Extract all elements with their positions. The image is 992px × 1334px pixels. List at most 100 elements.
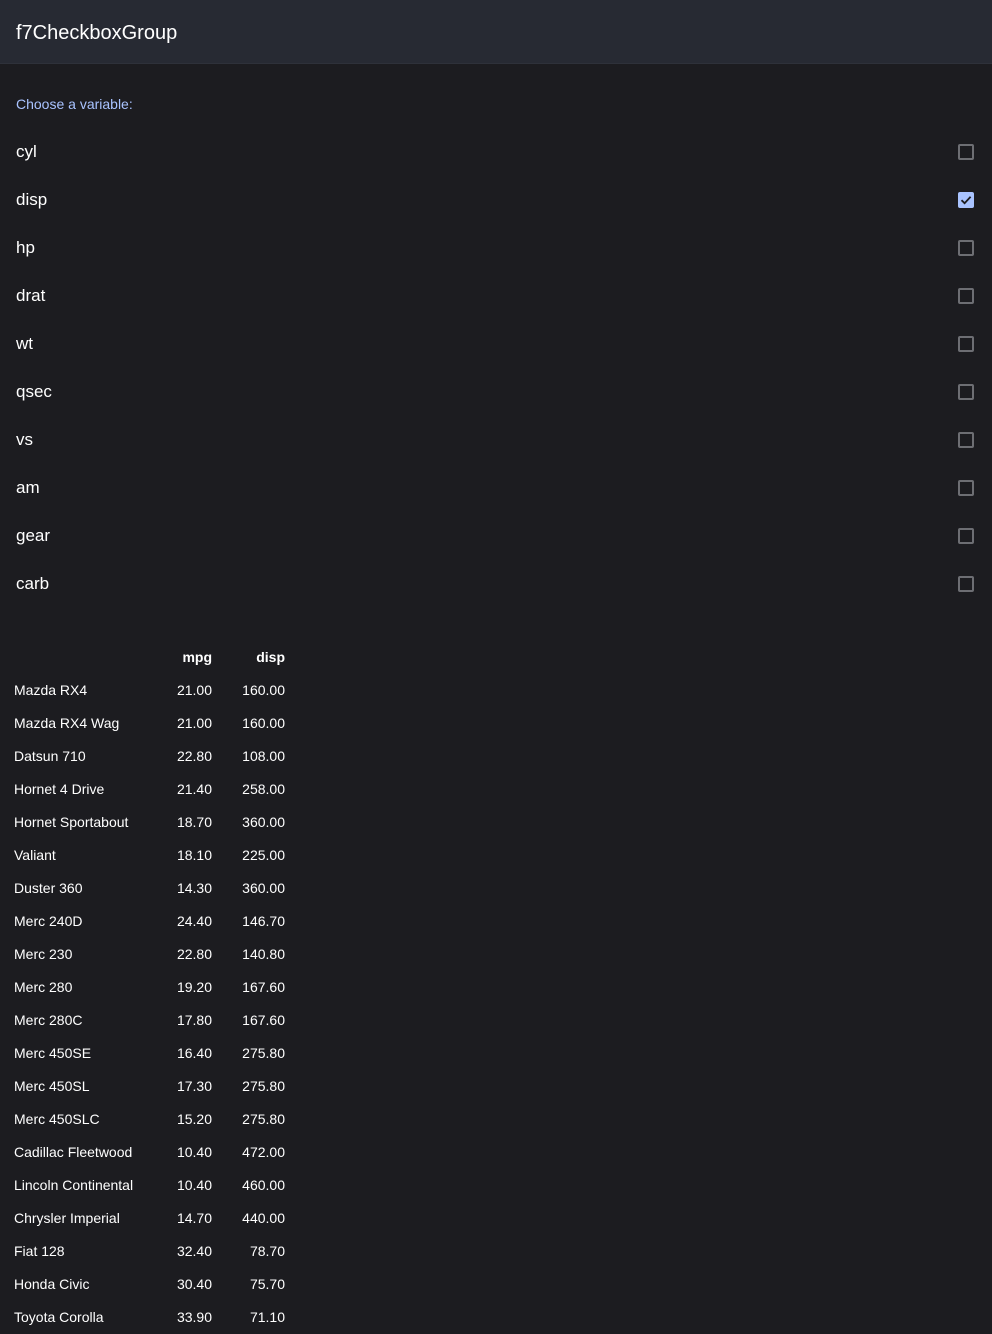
- table-header-disp: disp: [256, 649, 285, 665]
- table-cell-mpg: 17.80: [176, 1012, 212, 1028]
- checkbox-label: carb: [16, 574, 50, 593]
- table-header-row: mpg disp: [0, 641, 285, 674]
- table-cell-disp: 275.80: [242, 1111, 285, 1127]
- table-cell-mpg: 18.10: [176, 847, 212, 863]
- table-cell-name: Mazda RX4 Wag: [14, 715, 120, 731]
- checkbox-label: disp: [16, 190, 48, 209]
- checkbox-label: cyl: [16, 142, 37, 161]
- table-cell-mpg: 16.40: [176, 1045, 212, 1061]
- navbar: f7CheckboxGroup: [0, 0, 992, 64]
- table-cell-mpg: 19.20: [176, 979, 212, 995]
- checkbox[interactable]: [958, 480, 974, 496]
- checkbox[interactable]: [958, 528, 974, 544]
- table-cell-mpg: 32.40: [176, 1243, 212, 1259]
- table-row: Merc 450SL 17.30 275.80: [0, 1070, 285, 1103]
- table-cell-disp: 71.10: [249, 1309, 285, 1325]
- table-cell-mpg: 24.40: [176, 913, 212, 929]
- table-cell-disp: 75.70: [249, 1276, 285, 1292]
- table-row: Honda Civic 30.40 75.70: [0, 1268, 285, 1301]
- table-cell-disp: 140.80: [242, 946, 285, 962]
- checkbox-item-qsec[interactable]: qsec: [0, 368, 992, 416]
- table-row: Cadillac Fleetwood 10.40 472.00: [0, 1136, 285, 1169]
- table-cell-name: Valiant: [14, 847, 56, 863]
- table-cell-name: Mazda RX4: [14, 682, 88, 698]
- table-cell-mpg: 21.00: [176, 715, 212, 731]
- table-cell-name: Merc 280: [14, 979, 73, 995]
- checkbox[interactable]: [958, 144, 974, 160]
- table-row: Fiat 128 32.40 78.70: [0, 1235, 285, 1268]
- table-cell-disp: 108.00: [242, 748, 285, 764]
- table-cell-disp: 360.00: [242, 814, 285, 830]
- checkbox-item-drat[interactable]: drat: [0, 272, 992, 320]
- table-header-mpg: mpg: [182, 649, 212, 665]
- table-header-rowname: [0, 641, 152, 674]
- table-cell-mpg: 22.80: [176, 748, 212, 764]
- checkbox[interactable]: [958, 192, 974, 208]
- table-cell-disp: 146.70: [242, 913, 285, 929]
- checkbox-group: cyl disp hp drat wt qsec vs am gear carb: [0, 128, 992, 608]
- page-title: f7CheckboxGroup: [16, 22, 178, 44]
- checkbox-item-disp[interactable]: disp: [0, 176, 992, 224]
- checkbox-label: drat: [16, 286, 46, 305]
- table-row: Chrysler Imperial 14.70 440.00: [0, 1202, 285, 1235]
- table-row: Lincoln Continental 10.40 460.00: [0, 1169, 285, 1202]
- table-cell-mpg: 14.30: [176, 880, 212, 896]
- table-cell-mpg: 10.40: [176, 1177, 212, 1193]
- checkbox-item-wt[interactable]: wt: [0, 320, 992, 368]
- table-cell-name: Fiat 128: [14, 1243, 65, 1259]
- checkbox-item-cyl[interactable]: cyl: [0, 128, 992, 176]
- table-row: Datsun 710 22.80 108.00: [0, 740, 285, 773]
- table-cell-name: Merc 450SE: [14, 1045, 92, 1061]
- table-row: Merc 280C 17.80 167.60: [0, 1004, 285, 1037]
- table-cell-name: Lincoln Continental: [14, 1177, 134, 1193]
- table-row: Hornet Sportabout 18.70 360.00: [0, 806, 285, 839]
- table-cell-name: Hornet 4 Drive: [14, 781, 105, 797]
- checkbox-label: qsec: [16, 382, 52, 401]
- checkbox-item-hp[interactable]: hp: [0, 224, 992, 272]
- checkbox[interactable]: [958, 432, 974, 448]
- table-cell-mpg: 10.40: [176, 1144, 212, 1160]
- checkbox-item-vs[interactable]: vs: [0, 416, 992, 464]
- checkmark-icon: [960, 196, 972, 205]
- table-row: Duster 360 14.30 360.00: [0, 872, 285, 905]
- table-cell-mpg: 21.40: [176, 781, 212, 797]
- table-cell-name: Hornet Sportabout: [14, 814, 129, 830]
- table-cell-disp: 160.00: [242, 682, 285, 698]
- table-cell-name: Merc 240D: [14, 913, 83, 929]
- table-row: Hornet 4 Drive 21.40 258.00: [0, 773, 285, 806]
- table-cell-disp: 167.60: [242, 979, 285, 995]
- checkbox[interactable]: [958, 384, 974, 400]
- checkbox[interactable]: [958, 576, 974, 592]
- checkbox-label: wt: [16, 334, 33, 353]
- table-cell-disp: 275.80: [242, 1078, 285, 1094]
- checkbox-item-gear[interactable]: gear: [0, 512, 992, 560]
- table-cell-name: Cadillac Fleetwood: [14, 1144, 133, 1160]
- table-cell-name: Duster 360: [14, 880, 83, 896]
- table-cell-mpg: 22.80: [176, 946, 212, 962]
- checkbox-label: hp: [16, 238, 35, 257]
- checkbox[interactable]: [958, 336, 974, 352]
- table-row: Merc 450SLC 15.20 275.80: [0, 1103, 285, 1136]
- checkbox-label: gear: [16, 526, 51, 545]
- table-cell-name: Merc 280C: [14, 1012, 83, 1028]
- checkbox[interactable]: [958, 240, 974, 256]
- table-cell-disp: 460.00: [242, 1177, 285, 1193]
- table-cell-disp: 472.00: [242, 1144, 285, 1160]
- table-cell-disp: 78.70: [249, 1243, 285, 1259]
- table-row: Mazda RX4 21.00 160.00: [0, 674, 285, 707]
- checkbox-item-am[interactable]: am: [0, 464, 992, 512]
- table-cell-mpg: 21.00: [176, 682, 212, 698]
- table-cell-disp: 225.00: [242, 847, 285, 863]
- data-table: mpg disp Mazda RX4 21.00 160.00 Mazda RX4 W…: [0, 641, 285, 1334]
- table-cell-disp: 160.00: [242, 715, 285, 731]
- table-cell-disp: 167.60: [242, 1012, 285, 1028]
- table-cell-disp: 275.80: [242, 1045, 285, 1061]
- checkbox-item-carb[interactable]: carb: [0, 560, 992, 608]
- table-cell-mpg: 33.90: [176, 1309, 212, 1325]
- table-cell-name: Toyota Corolla: [14, 1309, 104, 1325]
- checkbox[interactable]: [958, 288, 974, 304]
- data-table-container: mpg disp Mazda RX4 21.00 160.00 Mazda RX4 W…: [0, 641, 300, 1334]
- table-cell-disp: 360.00: [242, 880, 285, 896]
- table-cell-mpg: 15.20: [176, 1111, 212, 1127]
- table-cell-mpg: 17.30: [176, 1078, 212, 1094]
